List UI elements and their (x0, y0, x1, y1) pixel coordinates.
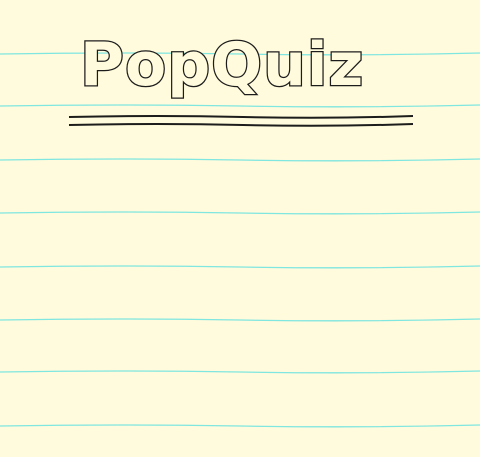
title-double-underline (68, 115, 414, 127)
rule-line (0, 211, 480, 215)
rule-line (0, 370, 480, 374)
rule-line (0, 318, 480, 322)
game-title: PopQuiz (79, 29, 365, 102)
rule-line (0, 265, 480, 269)
quiz-notebook-page: PopQuiz (0, 0, 480, 457)
rule-line (0, 158, 480, 162)
title-area: PopQuiz (79, 20, 410, 110)
rule-line (0, 424, 480, 428)
